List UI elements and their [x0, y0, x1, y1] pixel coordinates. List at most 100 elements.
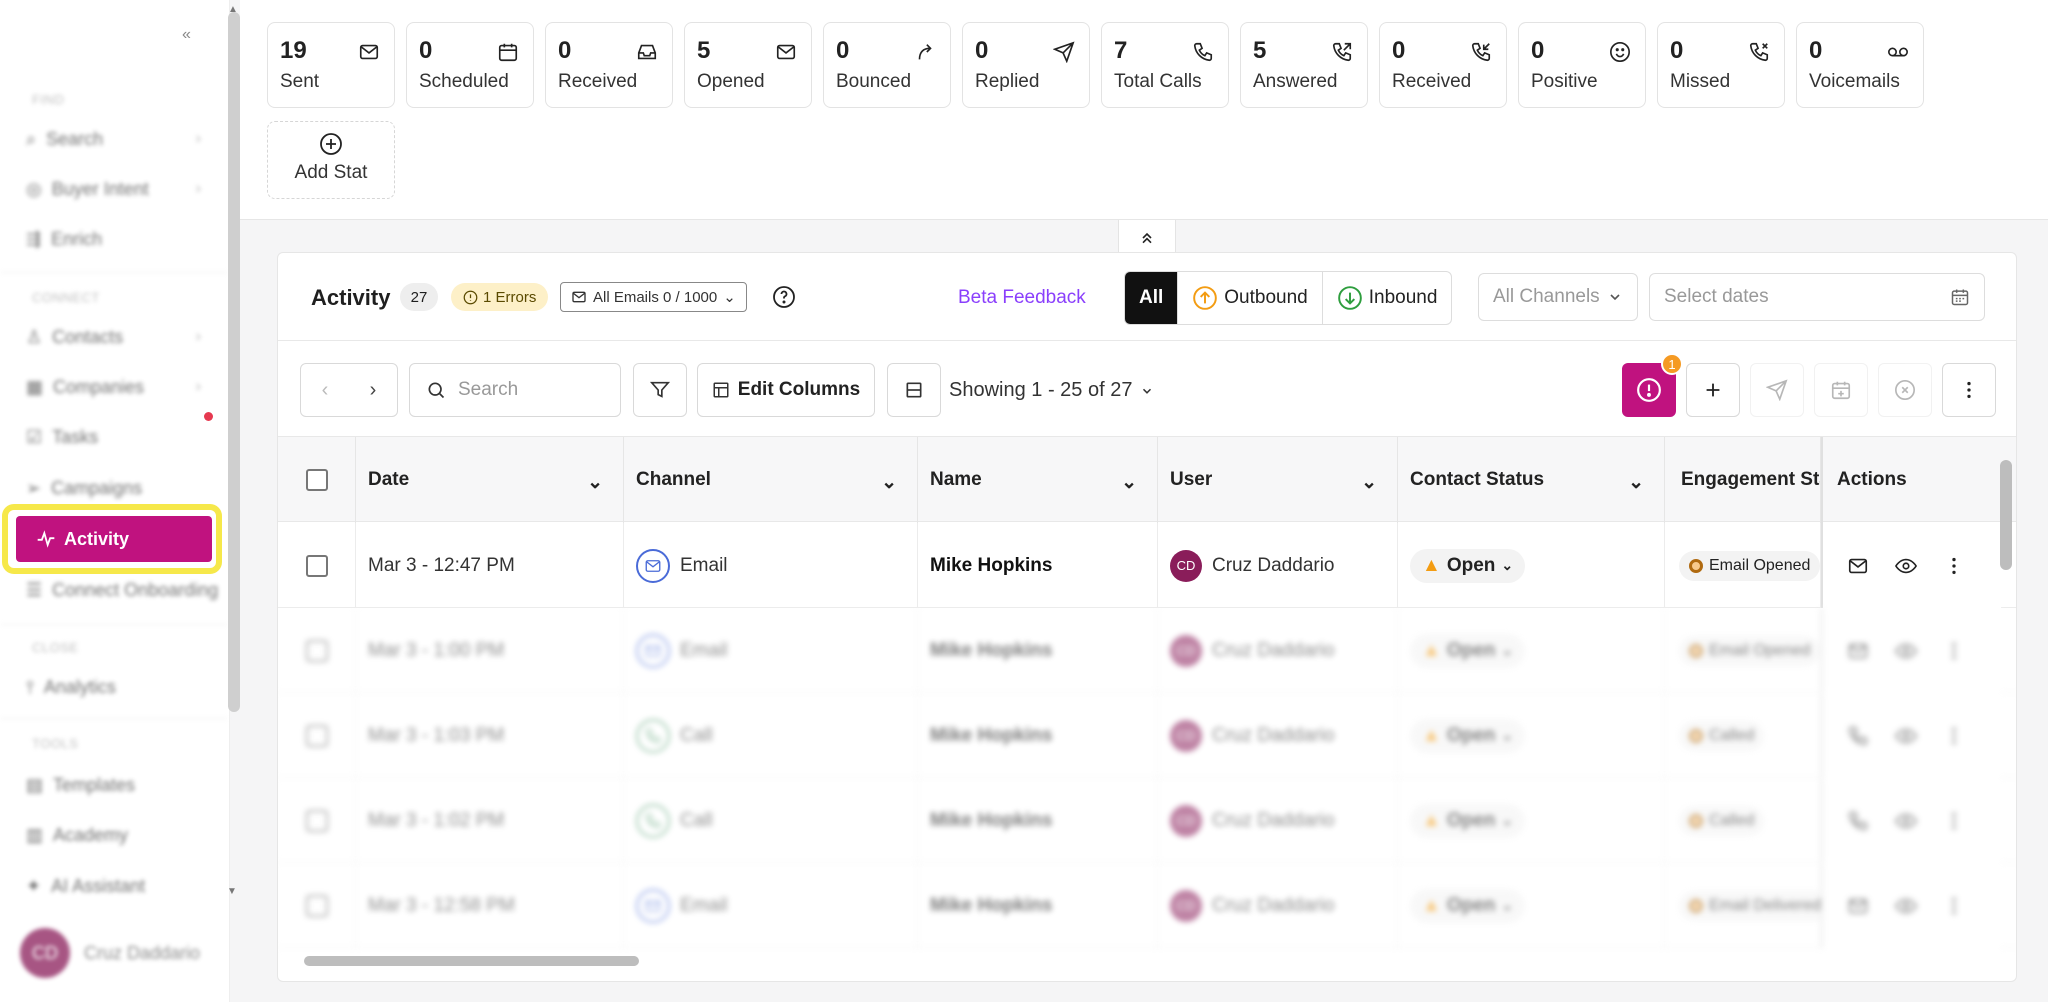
column-user[interactable]: User ⌄: [1158, 437, 1398, 523]
contact-name-link[interactable]: Mike Hopkins: [918, 523, 1158, 608]
stat-card-opened[interactable]: 5 Opened: [684, 22, 812, 108]
status-dropdown[interactable]: ▲ Open ⌄: [1410, 548, 1526, 583]
table-row[interactable]: Mar 3 - 1:03 PM Call Mike Hopkins CD Cruz Da…: [278, 693, 2016, 778]
cancel-button[interactable]: [1878, 363, 1932, 417]
more-vertical-icon[interactable]: [1943, 895, 1965, 917]
column-name[interactable]: Name ⌄: [918, 437, 1158, 523]
more-vertical-icon[interactable]: [1943, 725, 1965, 747]
sidebar-item-search[interactable]: ⌕ Search ›: [26, 122, 201, 156]
add-stat-button[interactable]: Add Stat: [267, 121, 395, 199]
eye-icon[interactable]: [1895, 895, 1917, 917]
sidebar-item-contacts[interactable]: ♙ Contacts ›: [26, 320, 201, 354]
date-picker[interactable]: Select dates: [1649, 273, 1985, 321]
contact-name-link[interactable]: Mike Hopkins: [918, 863, 1158, 948]
status-dropdown[interactable]: ▲ Open ⌄: [1410, 633, 1526, 668]
column-contact-status[interactable]: Contact Status ⌄: [1398, 437, 1665, 523]
table-row[interactable]: Mar 3 - 12:58 PM Email Mike Hopkins CD Cruz …: [278, 863, 2016, 948]
filter-outbound[interactable]: Outbound: [1178, 272, 1323, 324]
row-checkbox[interactable]: [305, 809, 328, 832]
sidebar-item-tasks[interactable]: ☑ Tasks: [26, 420, 201, 454]
filter-button[interactable]: [633, 363, 687, 417]
sidebar-item-enrich[interactable]: ⇶ Enrich: [26, 222, 201, 256]
phone-icon[interactable]: [1847, 725, 1869, 747]
phone-icon[interactable]: [1847, 810, 1869, 832]
contact-name-link[interactable]: Mike Hopkins: [918, 693, 1158, 778]
stat-card-scheduled[interactable]: 0 Scheduled: [406, 22, 534, 108]
mail-icon[interactable]: [1847, 895, 1869, 917]
channels-select[interactable]: All Channels: [1478, 273, 1638, 321]
row-checkbox[interactable]: [305, 554, 328, 577]
status-dropdown[interactable]: ▲ Open ⌄: [1410, 718, 1526, 753]
stat-card-replied[interactable]: 0 Replied: [962, 22, 1090, 108]
sidebar-item-campaigns[interactable]: ➢ Campaigns: [26, 471, 201, 505]
eye-icon[interactable]: [1895, 810, 1917, 832]
errors-badge[interactable]: 1 Errors: [451, 283, 549, 311]
table-row[interactable]: Mar 3 - 12:47 PM Email Mike Hopkins CD Cruz …: [278, 523, 2016, 608]
stat-card-answered[interactable]: 5 Answered: [1240, 22, 1368, 108]
pagination-dropdown[interactable]: Showing 1 - 25 of 27: [949, 379, 1154, 402]
row-checkbox[interactable]: [305, 639, 328, 662]
contact-name-link[interactable]: Mike Hopkins: [918, 608, 1158, 693]
sidebar-item-analytics[interactable]: ⫯ Analytics: [26, 670, 201, 704]
more-vertical-icon[interactable]: [1943, 555, 1965, 577]
sidebar-item-companies[interactable]: ▦ Companies ›: [26, 370, 201, 404]
add-button[interactable]: [1686, 363, 1740, 417]
column-engagement-status[interactable]: Engagement Sta: [1665, 437, 1821, 523]
sidebar-item-ai-assistant[interactable]: ✦ AI Assistant: [26, 869, 201, 903]
filter-all[interactable]: All: [1125, 272, 1179, 324]
table-row[interactable]: Mar 3 - 1:02 PM Call Mike Hopkins CD Cruz Da…: [278, 778, 2016, 863]
activity-icon: [37, 530, 55, 548]
engagement-cell: Email Opened: [1665, 523, 1821, 608]
row-checkbox[interactable]: [305, 724, 328, 747]
sidebar-item-academy[interactable]: ▥ Academy: [26, 818, 201, 852]
row-checkbox[interactable]: [305, 894, 328, 917]
scroll-thumb[interactable]: [304, 956, 639, 966]
more-vertical-icon[interactable]: [1943, 810, 1965, 832]
sidebar-item-connect-onboarding[interactable]: ☰ Connect Onboarding: [26, 573, 218, 607]
stat-card-total-calls[interactable]: 7 Total Calls: [1101, 22, 1229, 108]
stat-card-received[interactable]: 0 Received: [545, 22, 673, 108]
select-all-checkbox[interactable]: [305, 469, 328, 491]
table-horizontal-scrollbar[interactable]: [288, 956, 1988, 966]
stat-card-positive[interactable]: 0 Positive: [1518, 22, 1646, 108]
status-dropdown[interactable]: ▲ Open ⌄: [1410, 888, 1526, 923]
more-options-button[interactable]: [1942, 363, 1996, 417]
scroll-down-arrow[interactable]: ▼: [227, 886, 237, 897]
stat-card-missed[interactable]: 0 Missed: [1657, 22, 1785, 108]
search-input[interactable]: Search: [409, 363, 621, 417]
mail-icon[interactable]: [1847, 640, 1869, 662]
contact-name-link[interactable]: Mike Hopkins: [918, 778, 1158, 863]
column-date[interactable]: Date ⌄: [356, 437, 624, 523]
sidebar-collapse-button[interactable]: «: [182, 26, 191, 44]
filter-inbound[interactable]: Inbound: [1323, 272, 1452, 324]
alert-count-badge: 1: [1661, 353, 1683, 375]
beta-feedback-link[interactable]: Beta Feedback: [958, 287, 1086, 309]
sidebar-item-templates[interactable]: ▤ Templates: [26, 768, 201, 802]
schedule-button[interactable]: [1814, 363, 1868, 417]
eye-icon[interactable]: [1895, 640, 1917, 662]
column-channel[interactable]: Channel ⌄: [624, 437, 918, 523]
eye-icon[interactable]: [1895, 555, 1917, 577]
sidebar-item-buyer-intent[interactable]: ◎ Buyer Intent ›: [26, 172, 201, 206]
mail-icon[interactable]: [1847, 555, 1869, 577]
email-quota-dropdown[interactable]: All Emails 0 / 1000 ⌄: [560, 282, 747, 312]
edit-columns-button[interactable]: Edit Columns: [697, 363, 875, 417]
stat-card-voicemails[interactable]: 0 Voicemails: [1796, 22, 1924, 108]
stat-card-received[interactable]: 0 Received: [1379, 22, 1507, 108]
status-dropdown[interactable]: ▲ Open ⌄: [1410, 803, 1526, 838]
stat-card-sent[interactable]: 19 Sent: [267, 22, 395, 108]
table-row[interactable]: Mar 3 - 1:00 PM Email Mike Hopkins CD Cruz D…: [278, 608, 2016, 693]
sidebar-scrollbar[interactable]: [228, 12, 240, 712]
collapse-stats-button[interactable]: [1118, 220, 1176, 256]
eye-icon[interactable]: [1895, 725, 1917, 747]
prev-page-button[interactable]: ‹: [322, 379, 329, 402]
sidebar-item-activity[interactable]: Activity: [16, 516, 212, 562]
row-density-button[interactable]: [887, 363, 941, 417]
table-vertical-scrollbar[interactable]: [2000, 460, 2012, 570]
help-icon[interactable]: [772, 285, 796, 309]
stat-card-bounced[interactable]: 0 Bounced: [823, 22, 951, 108]
more-vertical-icon[interactable]: [1943, 640, 1965, 662]
next-page-button[interactable]: ›: [370, 379, 377, 402]
send-button[interactable]: [1750, 363, 1804, 417]
user-profile[interactable]: CD Cruz Daddario: [20, 928, 200, 978]
